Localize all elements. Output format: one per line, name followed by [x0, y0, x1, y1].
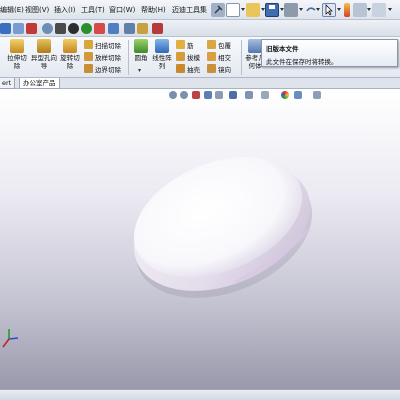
- hole-icon[interactable]: [55, 23, 66, 34]
- sketch-icon[interactable]: [0, 23, 11, 34]
- body-icon[interactable]: [68, 23, 79, 34]
- shell-icon: [176, 64, 185, 73]
- mirror-label: 镜向: [218, 66, 231, 74]
- mirror-button[interactable]: 镜向: [207, 64, 231, 75]
- chevron-down-icon[interactable]: [388, 8, 392, 11]
- file-properties-icon[interactable]: [353, 3, 367, 17]
- wrap-icon: [207, 40, 216, 49]
- relations-icon[interactable]: [26, 23, 37, 34]
- rib-label: 筋: [187, 42, 194, 50]
- menu-view[interactable]: 视图(V): [25, 5, 49, 15]
- linear-pattern-label: 线性阵列: [152, 54, 172, 70]
- menu-help[interactable]: 帮助(H): [141, 5, 166, 15]
- chevron-down-icon[interactable]: [316, 8, 320, 11]
- revolve-cut-icon: [63, 39, 77, 53]
- tab-insert[interactable]: ert: [0, 78, 16, 89]
- rib-icon: [176, 40, 185, 49]
- loft-cut-icon: [84, 52, 93, 61]
- tooltip-text: 此文件在保存时将转换。: [266, 58, 338, 66]
- loft-cut-button[interactable]: 放样切除: [84, 52, 121, 63]
- reference-geometry-icon: [248, 39, 262, 53]
- chevron-down-icon[interactable]: ▾: [138, 67, 141, 74]
- hole-wizard-button[interactable]: 异型孔向导: [31, 39, 57, 70]
- hole-wizard-icon: [37, 39, 51, 53]
- extrude-cut-button[interactable]: 拉伸切除: [5, 39, 29, 70]
- status-bar: [0, 389, 400, 400]
- graphics-area[interactable]: [0, 89, 400, 389]
- open-folder-icon[interactable]: [246, 3, 260, 17]
- draft-label: 拔模: [187, 54, 200, 62]
- swept-cut-label: 扫描切除: [95, 42, 121, 50]
- separator: [241, 40, 242, 75]
- loft-cut-label: 放样切除: [95, 54, 121, 62]
- coordinate-triad-icon: [2, 329, 19, 348]
- smart-dimension-icon[interactable]: [13, 23, 24, 34]
- standard-toolbar: [0, 20, 400, 37]
- hole-wizard-label: 异型孔向导: [31, 54, 57, 70]
- chevron-down-icon[interactable]: [367, 8, 371, 11]
- chevron-down-icon[interactable]: [299, 8, 303, 11]
- swept-cut-button[interactable]: 扫描切除: [84, 40, 121, 51]
- linear-pattern-icon: [155, 39, 169, 53]
- mass-properties-icon[interactable]: [137, 23, 148, 34]
- zoom-icon[interactable]: [124, 23, 135, 34]
- extrude-cut-icon: [10, 39, 24, 53]
- menu-insert[interactable]: 插入(I): [54, 5, 76, 15]
- linear-pattern-button[interactable]: 线性阵列: [150, 39, 174, 70]
- tooltip-title: 旧版本文件: [266, 45, 299, 53]
- rib-button[interactable]: 筋: [176, 40, 194, 51]
- menu-edit[interactable]: 编辑(E): [0, 5, 24, 15]
- model-graphic[interactable]: [0, 89, 400, 389]
- menu-tools[interactable]: 工具(T): [81, 5, 105, 15]
- wrap-button[interactable]: 包覆: [207, 40, 231, 51]
- intersect-icon: [207, 52, 216, 61]
- print-icon[interactable]: [284, 3, 298, 17]
- swept-cut-icon: [84, 40, 93, 49]
- separator: [128, 40, 129, 75]
- revolve-cut-label: 旋转切除: [60, 54, 80, 70]
- options-icon[interactable]: [372, 3, 386, 17]
- shell-label: 抽壳: [187, 66, 200, 74]
- chevron-down-icon[interactable]: [241, 8, 245, 11]
- extrude-cut-label: 拉伸切除: [7, 54, 27, 70]
- fillet-label: 圆角: [134, 54, 148, 62]
- appearance-icon[interactable]: [81, 23, 92, 34]
- chevron-down-icon[interactable]: [337, 8, 341, 11]
- tab-office-products[interactable]: 办公室产品: [19, 78, 60, 89]
- menu-bar: 编辑(E) 视图(V) 插入(I) 工具(T) 窗口(W) 帮助(H) 迈迪工具…: [0, 0, 400, 20]
- rebuild-icon[interactable]: [344, 3, 350, 17]
- fillet-icon: [134, 39, 148, 53]
- revolve-cut-button[interactable]: 旋转切除: [58, 39, 82, 70]
- menu-maidi-tools[interactable]: 迈迪工具集: [172, 5, 207, 15]
- separator: [223, 4, 224, 16]
- new-document-icon[interactable]: [226, 3, 240, 17]
- mirror-icon: [207, 64, 216, 73]
- gear-icon[interactable]: [42, 23, 53, 34]
- measure-icon[interactable]: [108, 23, 119, 34]
- pointer-glyph: [325, 4, 333, 16]
- shell-button[interactable]: 抽壳: [176, 64, 200, 75]
- draft-icon: [176, 52, 185, 61]
- menu-window[interactable]: 窗口(W): [109, 5, 135, 15]
- intersect-label: 相交: [218, 54, 231, 62]
- boundary-cut-icon: [84, 64, 93, 73]
- select-pointer-icon[interactable]: [322, 3, 336, 17]
- wrap-label: 包覆: [218, 42, 231, 50]
- boundary-cut-label: 边界切除: [95, 66, 121, 74]
- draft-button[interactable]: 拔模: [176, 52, 200, 63]
- legacy-file-tooltip: 旧版本文件 此文件在保存时将转换。: [261, 39, 398, 67]
- fillet-button[interactable]: 圆角: [131, 39, 151, 62]
- toolbox-icon[interactable]: [152, 23, 163, 34]
- command-tabs: ert 办公室产品: [0, 78, 400, 89]
- boundary-cut-button[interactable]: 边界切除: [84, 64, 121, 75]
- section-view-icon[interactable]: [94, 23, 105, 34]
- intersect-button[interactable]: 相交: [207, 52, 231, 63]
- save-glyph: [269, 5, 275, 9]
- save-icon[interactable]: [265, 3, 279, 17]
